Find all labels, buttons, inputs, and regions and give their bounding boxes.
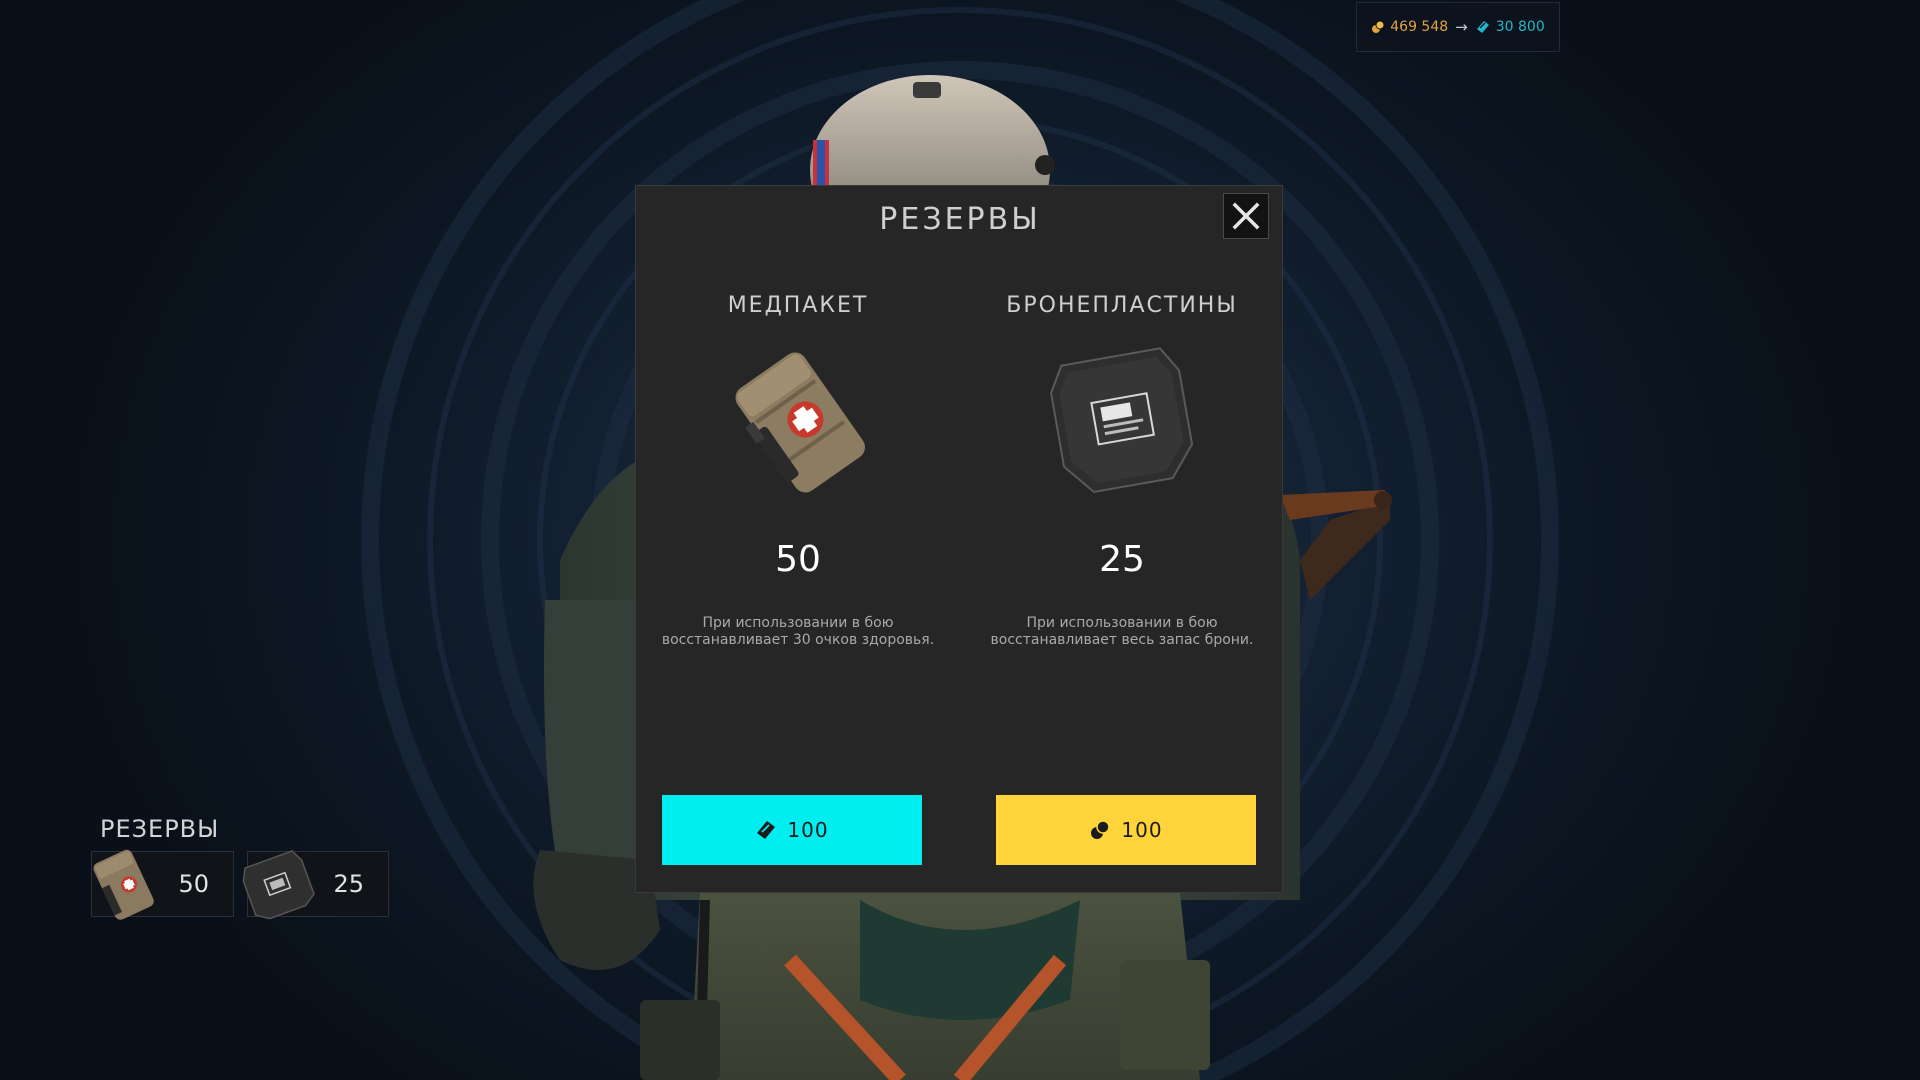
armor-description: При использовании в бою восстанавливает …	[990, 615, 1254, 648]
medkit-pouch-icon	[93, 849, 154, 920]
armor-name: БРОНЕПЛАСТИНЫ	[1006, 293, 1238, 318]
crystal-balance: 30 800	[1475, 19, 1545, 35]
reserve-slot-medkit[interactable]: 50	[91, 849, 234, 920]
game-scene: 469 548 → 30 800 РЕЗЕРВЫ 50 25 РЕЗЕРВЫ М…	[0, 0, 1920, 1080]
medkit-count: 50	[775, 539, 821, 580]
armor-slot-count: 25	[333, 870, 364, 898]
crystal-icon	[1476, 21, 1489, 33]
medkit-name: МЕДПАКЕТ	[727, 293, 869, 318]
medkit-description: При использовании в бою восстанавливает …	[661, 615, 935, 648]
reserves-modal: РЕЗЕРВЫ МЕДПАКЕТ 50 При использовании в …	[635, 185, 1283, 893]
medkit-price: 100	[787, 818, 829, 842]
gold-balance: 469 548	[1371, 19, 1448, 35]
buy-medkit-button[interactable]: 100	[662, 795, 922, 865]
medkit-pouch-icon	[735, 352, 865, 493]
medkit-slot-count: 50	[178, 870, 209, 898]
crystal-amount: 30 800	[1495, 19, 1545, 35]
armor-plate-icon	[242, 850, 315, 920]
armor-price: 100	[1121, 818, 1163, 842]
gold-amount: 469 548	[1390, 19, 1449, 35]
buy-armor-button[interactable]: 100	[996, 795, 1256, 865]
exchange-arrow[interactable]: →	[1455, 18, 1468, 36]
coin-pile-icon	[1372, 20, 1385, 33]
armor-count: 25	[1099, 539, 1145, 580]
armor-plate-icon	[1050, 347, 1194, 494]
currency-bar: 469 548 → 30 800	[1356, 2, 1560, 52]
reserve-slot-armor[interactable]: 25	[242, 850, 389, 920]
coin-pile-icon	[1091, 820, 1111, 839]
medkit-card: МЕДПАКЕТ 50 При использовании в бою восс…	[636, 186, 960, 894]
armor-card: БРОНЕПЛАСТИНЫ 25 При использовании в бою…	[960, 186, 1284, 894]
crystal-icon	[757, 821, 776, 839]
